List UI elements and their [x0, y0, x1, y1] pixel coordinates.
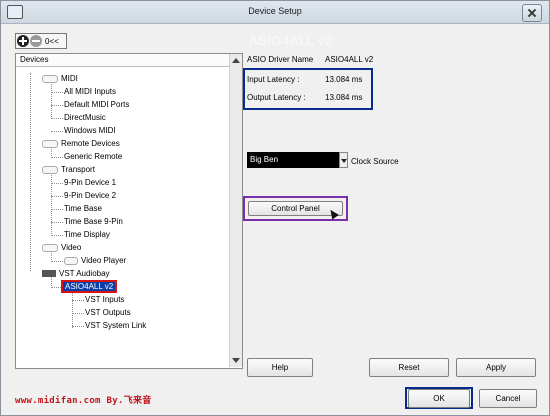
tree-item-9pin-device-2[interactable]: 9-Pin Device 2: [64, 189, 116, 202]
title-bar: Device Setup: [1, 1, 549, 24]
tree-item-transport[interactable]: Transport: [42, 163, 95, 176]
window-title: Device Setup: [248, 6, 302, 16]
help-button[interactable]: Help: [247, 358, 313, 377]
minus-circle-icon[interactable]: [30, 35, 42, 47]
tree-item-vst-system-link[interactable]: VST System Link: [85, 319, 146, 332]
devices-header: Devices: [16, 54, 242, 67]
scroll-down-icon[interactable]: [232, 358, 240, 363]
video-icon: [64, 256, 78, 265]
chevron-down-icon[interactable]: [339, 152, 348, 168]
tree-item-midi[interactable]: MIDI: [42, 72, 78, 85]
scroll-up-icon[interactable]: [232, 58, 240, 63]
tree-item-directmusic[interactable]: DirectMusic: [64, 111, 106, 124]
plus-circle-icon[interactable]: [17, 35, 29, 47]
device-toolbar: 0<<: [15, 33, 67, 49]
apply-button[interactable]: Apply: [456, 358, 536, 377]
tree-item-vst-audiobay[interactable]: VST Audiobay: [42, 267, 110, 280]
plug-icon: [42, 165, 58, 174]
input-latency-label: Input Latency :: [247, 75, 300, 84]
plug-icon: [42, 139, 58, 148]
clock-source-value[interactable]: Big Ben: [247, 152, 339, 168]
clock-source-select[interactable]: Big Ben: [247, 152, 348, 168]
close-icon[interactable]: [522, 4, 542, 22]
ok-button[interactable]: OK: [408, 389, 470, 408]
tree-item-vst-inputs[interactable]: VST Inputs: [85, 293, 124, 306]
tree-item-9pin-device-1[interactable]: 9-Pin Device 1: [64, 176, 116, 189]
watermark-text: www.midifan.com By.飞来音: [15, 396, 152, 406]
devices-panel: Devices MIDI All MIDI Inputs Default MID…: [15, 53, 243, 369]
selected-device-label: ASIO4ALL v2: [62, 281, 117, 292]
driver-title: ASIO4ALL v2: [249, 33, 333, 48]
tree-item-asio4all[interactable]: ASIO4ALL v2: [62, 280, 117, 293]
reset-button[interactable]: Reset: [369, 358, 449, 377]
cancel-button[interactable]: Cancel: [479, 389, 537, 408]
tree-item-time-base-9pin[interactable]: Time Base 9-Pin: [64, 215, 123, 228]
input-latency-value: 13.084 ms: [325, 75, 363, 84]
plug-icon: [42, 243, 58, 252]
tree-item-vst-outputs[interactable]: VST Outputs: [85, 306, 131, 319]
tree-item-remote-devices[interactable]: Remote Devices: [42, 137, 120, 150]
plug-icon: [42, 74, 58, 83]
tree-item-time-display[interactable]: Time Display: [64, 228, 110, 241]
driver-name-value: ASIO4ALL v2: [325, 55, 374, 64]
vst-icon: [42, 270, 56, 278]
tree-item-video[interactable]: Video: [42, 241, 81, 254]
devices-scrollbar[interactable]: [229, 54, 242, 367]
device-tree: MIDI All MIDI Inputs Default MIDI Ports …: [16, 67, 228, 367]
output-latency-label: Output Latency :: [247, 93, 306, 102]
tree-item-generic-remote[interactable]: Generic Remote: [64, 150, 122, 163]
tree-item-time-base[interactable]: Time Base: [64, 202, 102, 215]
output-latency-value: 13.084 ms: [325, 93, 363, 102]
driver-name-label: ASIO Driver Name: [247, 55, 314, 64]
tree-item-all-midi-inputs[interactable]: All MIDI Inputs: [64, 85, 116, 98]
tree-item-video-player[interactable]: Video Player: [64, 254, 126, 267]
device-setup-window: Device Setup 0<< Devices MIDI All MIDI I…: [0, 0, 550, 416]
tree-item-windows-midi[interactable]: Windows MIDI: [64, 124, 116, 137]
tree-item-default-midi-ports[interactable]: Default MIDI Ports: [64, 98, 129, 111]
clock-source-label: Clock Source: [351, 157, 399, 166]
collapse-button[interactable]: 0<<: [45, 37, 59, 46]
